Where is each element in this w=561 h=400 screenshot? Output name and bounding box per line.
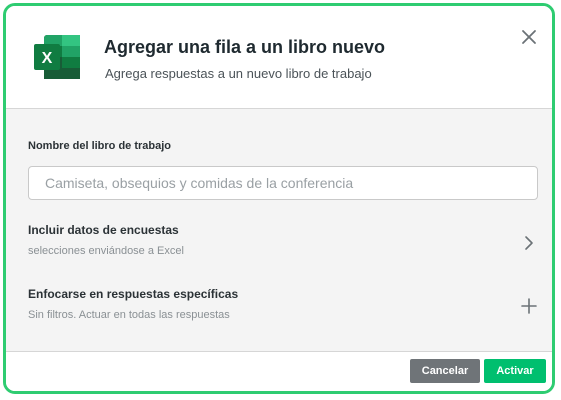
focus-responses-row[interactable]: Enfocarse en respuestas específicas Sin … [6, 287, 552, 339]
excel-icon: X [34, 35, 80, 79]
include-survey-data-title: Incluir datos de encuestas [28, 223, 179, 237]
plus-icon[interactable] [521, 298, 537, 314]
close-icon[interactable] [518, 26, 540, 48]
activate-button[interactable]: Activar [484, 359, 546, 383]
cancel-button[interactable]: Cancelar [410, 359, 480, 383]
include-survey-data-subtitle: selecciones enviándose a Excel [28, 245, 184, 257]
workbook-name-label: Nombre del libro de trabajo [28, 140, 172, 152]
dialog-body: Nombre del libro de trabajo Incluir dato… [6, 109, 552, 351]
workbook-name-input[interactable] [28, 166, 538, 200]
excel-icon-letter: X [42, 50, 53, 67]
dialog-subtitle: Agrega respuestas a un nuevo libro de tr… [105, 66, 372, 81]
dialog: X Agregar una fila a un libro nuevo Agre… [3, 3, 555, 394]
focus-responses-title: Enfocarse en respuestas específicas [28, 287, 239, 301]
dialog-title: Agregar una fila a un libro nuevo [104, 37, 386, 57]
chevron-right-icon[interactable] [521, 235, 537, 251]
include-survey-data-row[interactable]: Incluir datos de encuestas selecciones e… [6, 223, 552, 275]
focus-responses-subtitle: Sin filtros. Actuar en todas las respues… [28, 309, 230, 321]
dialog-header: X Agregar una fila a un libro nuevo Agre… [6, 6, 552, 109]
dialog-footer: Cancelar Activar [6, 351, 552, 391]
